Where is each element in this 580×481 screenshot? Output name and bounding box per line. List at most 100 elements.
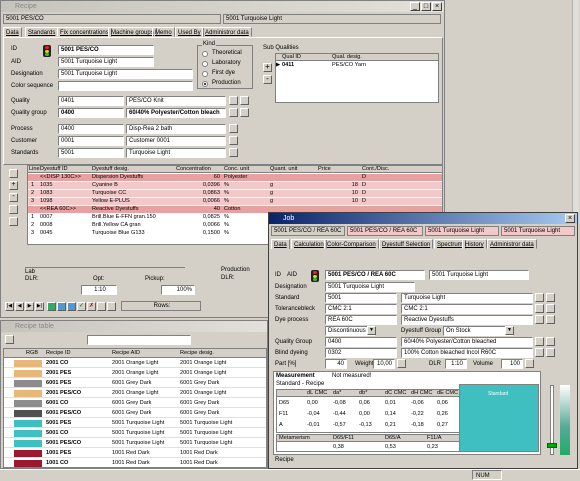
volume-spin-button[interactable] — [525, 359, 534, 368]
job-titlebar[interactable]: Job × — [269, 213, 577, 224]
tab-standards[interactable]: Standards — [25, 27, 59, 37]
close-button[interactable]: × — [432, 2, 442, 11]
edit-record-button[interactable] — [67, 302, 76, 311]
standards-desig-field[interactable]: Turquoise Light — [126, 148, 226, 158]
job-qgroup-id[interactable]: 0400 — [325, 337, 397, 347]
weight-field[interactable]: 10,00 — [373, 359, 395, 369]
recipe-table-row[interactable]: 2001 PES 2001 Orange Light 2001 Orange Lig… — [4, 369, 266, 378]
quality-group-desig-field[interactable]: 60/40% Polyester/Cotton bleach — [126, 108, 226, 118]
job-qgroup-desig[interactable]: 60/40% Polyester/Cotton bleached — [401, 337, 533, 347]
recipe-table-row[interactable]: 6001 CO 6001 Grey Dark 6001 Grey Dark — [4, 399, 266, 408]
job-tol-desig[interactable]: CMC 2:1 — [401, 304, 533, 314]
tab-used-by[interactable]: Used By — [175, 27, 204, 37]
recipe-table-row[interactable]: 5001 CO 5001 Turquoise Light 5001 Turquois… — [4, 429, 266, 438]
quality-id-field[interactable]: 0401 — [58, 96, 124, 106]
weight-spin-button[interactable] — [397, 359, 406, 368]
aid-field[interactable]: 5001 Turquoise Light — [58, 57, 154, 67]
tab-memo[interactable]: Memo — [152, 27, 175, 37]
job-id-field[interactable]: 5001 PES/CO / REA 60C — [325, 270, 425, 280]
main-vertical-scrollbar[interactable] — [572, 0, 579, 212]
tab-fix-concentrations[interactable]: Fix concentrations — [57, 27, 112, 37]
subq-row[interactable]: ▶ 0411 PES/CO Yarn — [276, 62, 438, 69]
job-designation-field[interactable]: 5001 Turquoise Light — [325, 282, 415, 292]
job-tol-lookup-button[interactable] — [535, 304, 544, 313]
recipe-table-row[interactable]: 5001 PES/CO 5001 Turquoise Light 5001 Turq… — [4, 439, 266, 448]
process-id-field[interactable]: 0400 — [58, 124, 124, 134]
job-dye-id[interactable]: REA 60C — [325, 315, 397, 325]
job-standard-desig[interactable]: Turquoise Light — [401, 293, 533, 303]
recipe-table-titlebar[interactable]: Recipe table — [1, 321, 267, 332]
color-slider[interactable] — [544, 381, 574, 459]
job-close-button[interactable]: × — [565, 214, 575, 223]
job-blind-id[interactable]: 0302 — [325, 348, 397, 358]
cancel-record-button[interactable]: ✗ — [87, 302, 96, 311]
radio-first-dye[interactable] — [202, 71, 208, 77]
customer-lookup-button[interactable] — [229, 136, 238, 145]
dyestuff-row[interactable]: <<DISP 130C>> Dispersion Dyestuffs 60 Polye… — [28, 174, 442, 181]
radio-theoretical[interactable] — [202, 51, 208, 57]
discontinuous-chevron-down-icon[interactable]: ▼ — [367, 326, 376, 335]
job-dye-lookup-button[interactable] — [535, 315, 544, 324]
job-standard-id[interactable]: 5001 — [325, 293, 397, 303]
add-line-button[interactable]: + — [9, 181, 18, 190]
job-standard-lookup-button[interactable] — [535, 293, 544, 302]
quality-lookup-button[interactable] — [229, 96, 238, 105]
prev-record-button[interactable]: ◀ — [15, 302, 24, 311]
standards-id-field[interactable]: 5001 — [58, 148, 124, 158]
tab-data[interactable]: Data — [3, 27, 22, 37]
job-qgroup-lookup-button[interactable] — [535, 337, 544, 346]
job-tab-data[interactable]: Data — [271, 239, 290, 249]
recipe-table-row[interactable]: 2001 PES/CO 2001 Orange Light 2001 Orange … — [4, 389, 266, 398]
recipe-titlebar[interactable]: Recipe _ □ × — [1, 1, 444, 12]
radio-laboratory[interactable] — [202, 61, 208, 67]
job-tab-calculation[interactable]: Calculation — [291, 239, 327, 249]
job-qgroup-open-button[interactable] — [546, 337, 555, 346]
refresh-button[interactable] — [97, 302, 106, 311]
job-tab-spectrum[interactable]: Spectrum — [434, 239, 466, 249]
customer-desig-field[interactable]: Customer 0001 — [126, 136, 226, 146]
job-dye-open-button[interactable] — [546, 315, 555, 324]
print-button[interactable] — [9, 169, 18, 178]
quality-group-open-button[interactable] — [240, 108, 249, 117]
recipe-table-row[interactable]: 1001 PES 1001 Red Dark 1001 Red Dark — [4, 449, 266, 458]
dyestuff-group-chevron-down-icon[interactable]: ▼ — [505, 326, 514, 335]
tab-admin-data[interactable]: Administror data — [202, 27, 252, 37]
delete-record-button[interactable] — [57, 302, 66, 311]
remove-line-button[interactable]: - — [9, 193, 18, 202]
process-lookup-button[interactable] — [229, 124, 238, 133]
recipe-table-row[interactable]: 5001 PES 5001 Turquoise Light 5001 Turquoi… — [4, 419, 266, 428]
job-blind-open-button[interactable] — [546, 348, 555, 357]
minimize-button[interactable]: _ — [410, 2, 420, 11]
job-tab-history[interactable]: History — [462, 239, 487, 249]
copy-line-button[interactable] — [9, 217, 18, 226]
next-record-button[interactable]: ▶ — [25, 302, 34, 311]
job-aid-field[interactable]: 5001 Turquoise Light — [429, 270, 529, 280]
job-dlr-field[interactable]: 1:10 — [445, 359, 467, 369]
job-tol-id[interactable]: CMC 2:1 — [325, 304, 397, 314]
add-subquality-button[interactable]: + — [263, 63, 272, 72]
recipe-table-search-field[interactable] — [87, 335, 191, 345]
recipe-table-row[interactable]: 6001 PES/CO 6001 Grey Dark 6001 Grey Dark — [4, 409, 266, 418]
tab-machine-groups[interactable]: Machine groups — [108, 27, 157, 37]
remove-subquality-button[interactable]: - — [263, 75, 272, 84]
dyestuff-row[interactable]: 3 1098 Yellow E-PLUS 0,0066% g 10 D — [28, 198, 442, 205]
job-standard-open-button[interactable] — [546, 293, 555, 302]
recipe-table-row[interactable]: 6001 PES 6001 Grey Dark 6001 Grey Dark — [4, 379, 266, 388]
job-blind-desig[interactable]: 100% Cotton bleached Incol R60C — [401, 348, 533, 358]
dyestuff-group-select[interactable]: On Stock — [443, 326, 513, 336]
process-desig-field[interactable]: Disp-Rea 2 bath — [126, 124, 226, 134]
maximize-button[interactable]: □ — [421, 2, 431, 11]
job-tab-admin-data[interactable]: Administror data — [487, 239, 537, 249]
recipe-table-tool-button[interactable] — [5, 335, 14, 344]
quality-open-button[interactable] — [240, 96, 249, 105]
designation-field[interactable]: 5001 Turquoise Light — [58, 69, 193, 79]
pickup-field[interactable]: 100% — [161, 285, 195, 295]
quality-desig-field[interactable]: PES/CO Knit — [126, 96, 226, 106]
volume-field[interactable]: 100 — [501, 359, 523, 369]
recipe-table-row[interactable]: 2001 CO 2001 Orange Light 2001 Orange Ligh… — [4, 359, 266, 368]
move-line-button[interactable] — [9, 205, 18, 214]
job-tab-color-comparison[interactable]: Color-Comparison — [324, 239, 379, 249]
filter-button[interactable] — [107, 302, 116, 311]
slider-handle[interactable] — [547, 443, 557, 448]
job-blind-lookup-button[interactable] — [535, 348, 544, 357]
